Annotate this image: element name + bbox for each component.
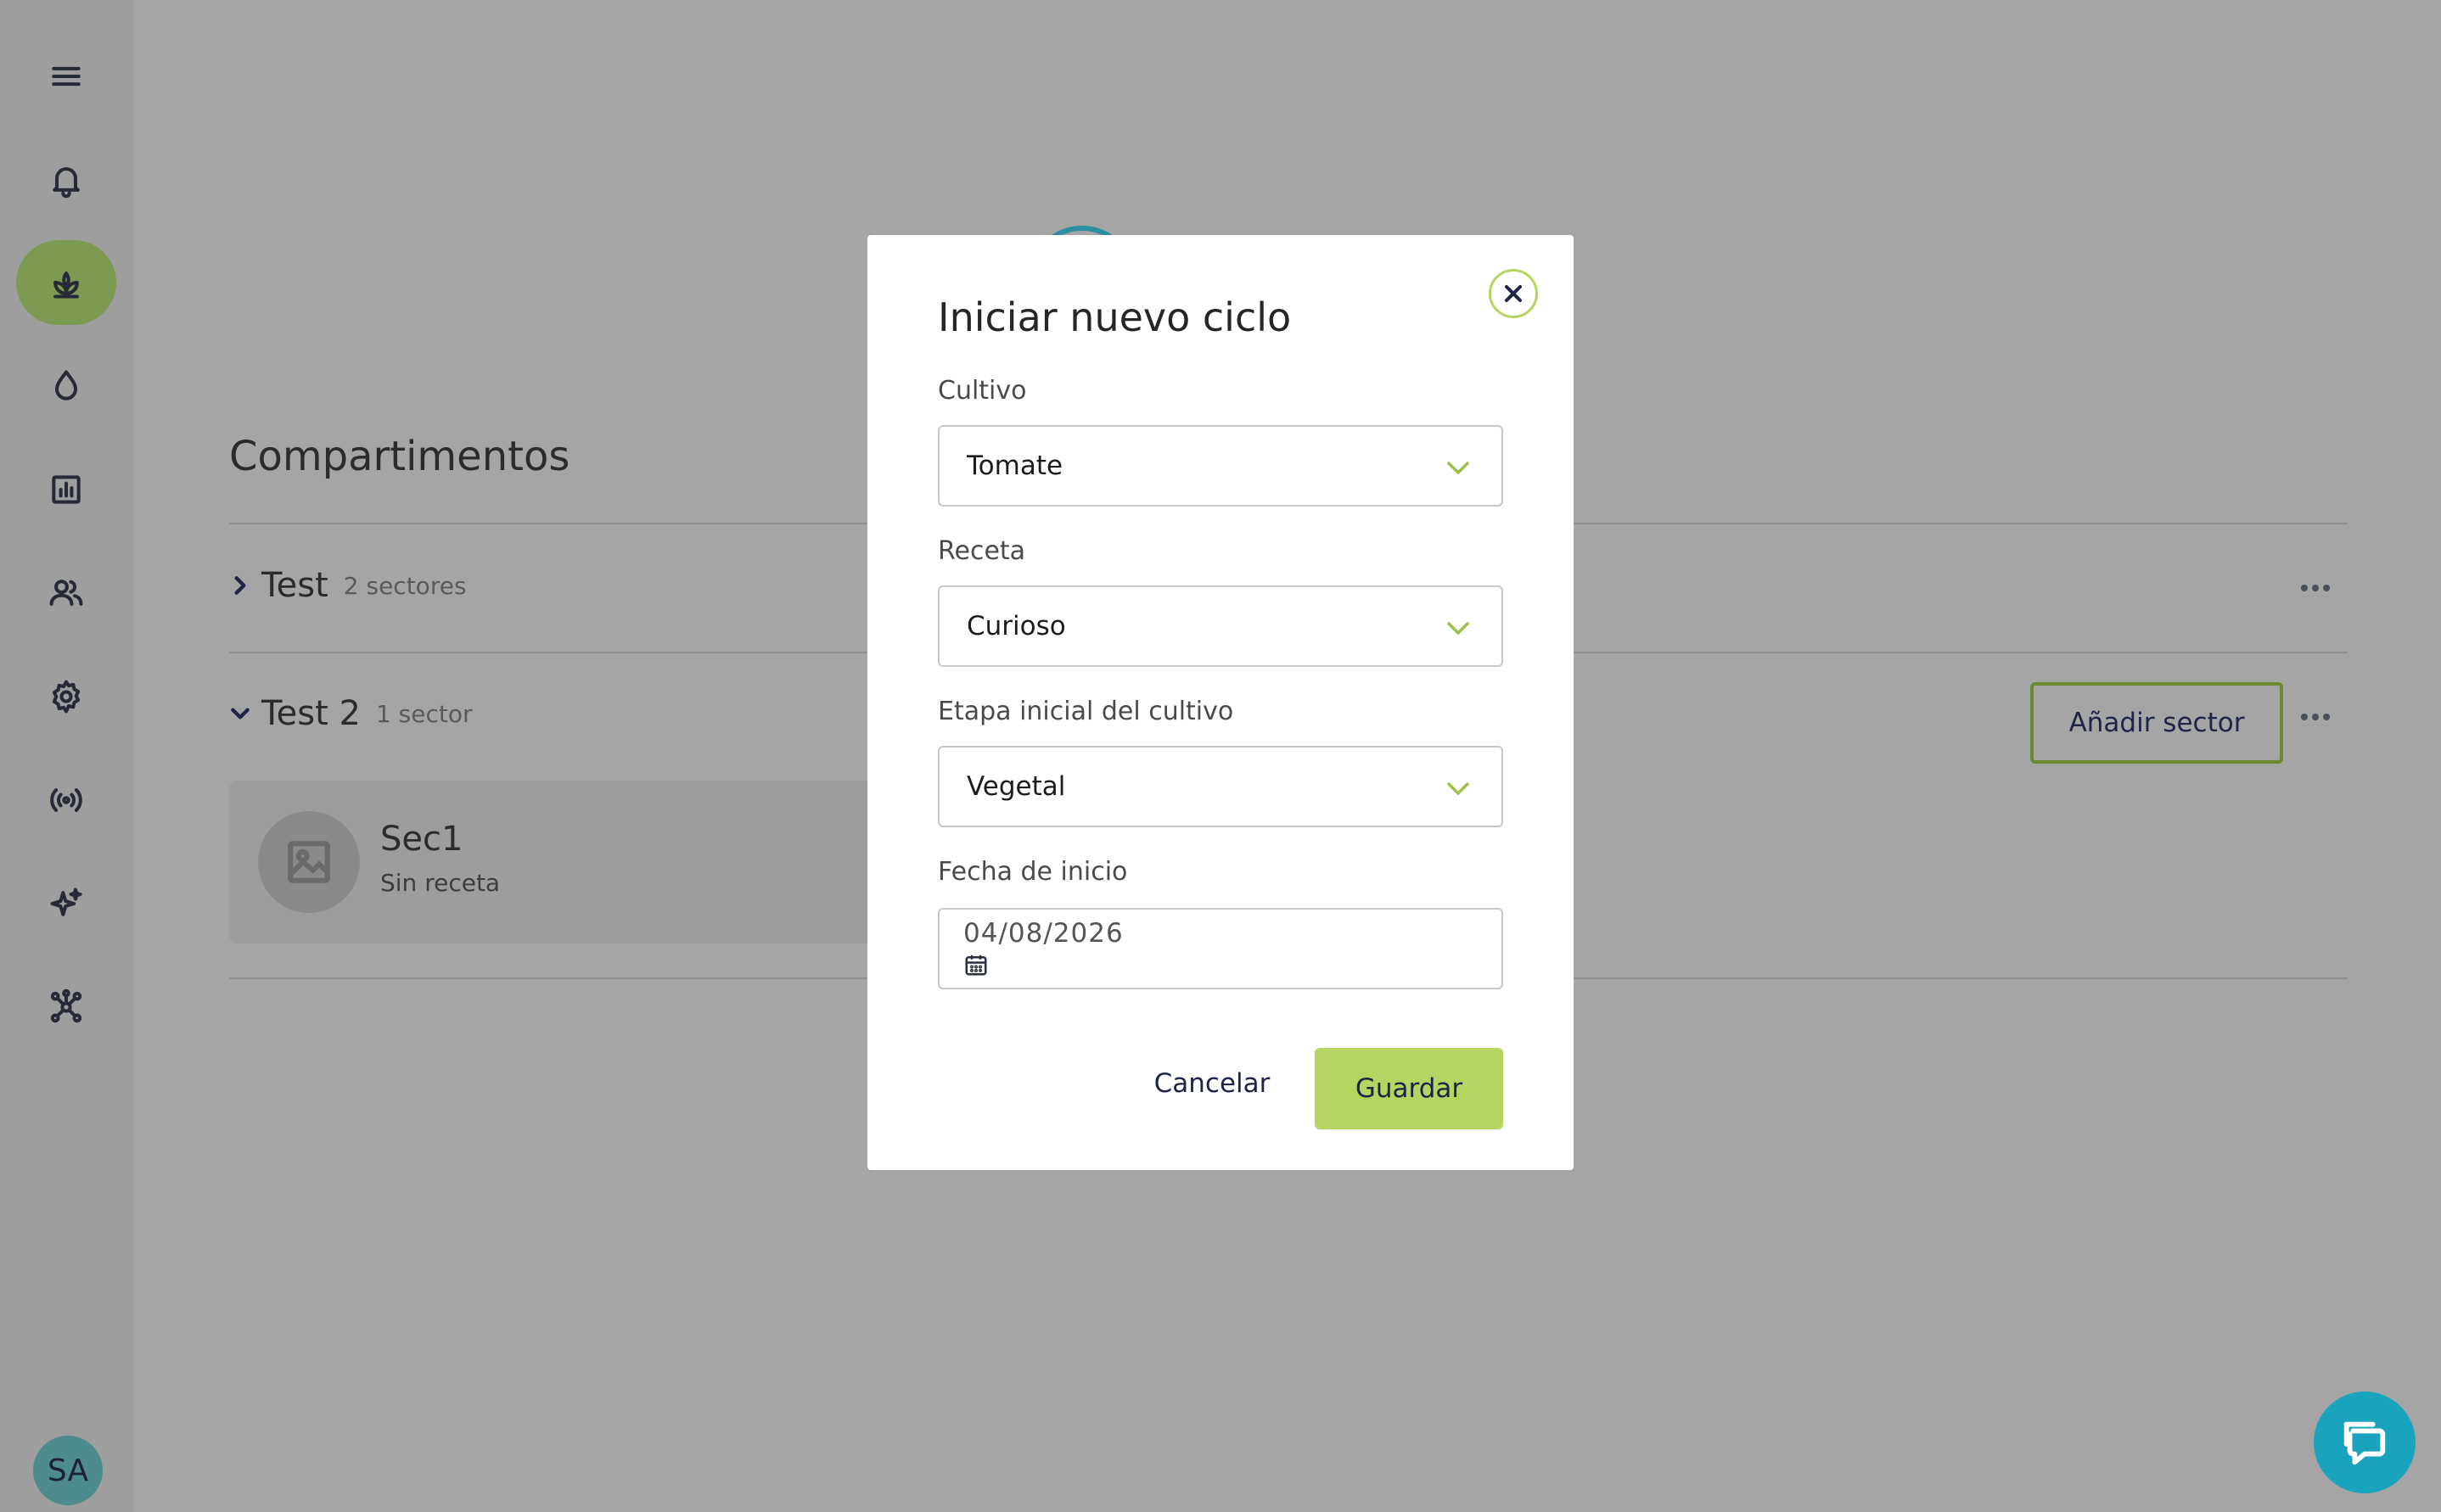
recipe-select[interactable]: Curioso	[938, 585, 1503, 667]
chevron-down-icon	[1447, 622, 1469, 635]
group-row-test-2[interactable]: Test 2 1 sector	[229, 688, 472, 739]
chevron-right-icon[interactable]	[229, 574, 251, 596]
sidebar-item-devices[interactable]	[16, 758, 116, 843]
calendar-icon[interactable]	[963, 952, 989, 977]
chat-icon	[2343, 1421, 2386, 1465]
page-title: Compartimentos	[229, 433, 570, 480]
sidebar-item-integrations[interactable]	[16, 965, 116, 1050]
group-count: 2 sectores	[343, 571, 467, 600]
plant-icon	[53, 271, 79, 299]
more-options-button[interactable]	[2294, 704, 2337, 730]
dialog-title: Iniciar nuevo ciclo	[938, 294, 1292, 340]
sidebar-item-crops[interactable]	[16, 240, 116, 325]
sidebar: SA	[0, 0, 133, 1512]
menu-icon	[52, 66, 81, 87]
add-sector-button[interactable]: Añadir sector	[2030, 682, 2283, 764]
crop-value: Tomate	[967, 451, 1063, 481]
chevron-down-icon	[1447, 462, 1469, 474]
sector-name: Sec1	[380, 820, 463, 859]
crop-label: Cultivo	[938, 376, 1027, 406]
sidebar-item-reports[interactable]	[16, 447, 116, 532]
new-cycle-dialog: Iniciar nuevo ciclo Cultivo Tomate Recet…	[867, 235, 1574, 1170]
start-date-value: 04/08/2026	[963, 918, 1124, 949]
dot-icon	[2312, 585, 2319, 591]
sparkles-icon	[50, 888, 82, 916]
bell-icon	[53, 167, 80, 199]
crop-select[interactable]: Tomate	[938, 425, 1503, 507]
chat-button[interactable]	[2314, 1392, 2416, 1493]
stage-value: Vegetal	[967, 771, 1066, 802]
broadcast-icon	[50, 788, 82, 812]
sector-recipe: Sin receta	[380, 869, 501, 897]
sidebar-item-ai[interactable]	[16, 861, 116, 946]
users-icon	[49, 580, 83, 606]
start-date-label: Fecha de inicio	[938, 857, 1128, 887]
chevron-down-icon	[1447, 782, 1469, 795]
start-date-input[interactable]: 04/08/2026	[938, 908, 1503, 989]
menu-button[interactable]	[16, 34, 116, 119]
close-icon	[1505, 285, 1522, 302]
cancel-button[interactable]: Cancelar	[1127, 1048, 1297, 1119]
avatar[interactable]: SA	[33, 1436, 103, 1505]
dot-icon	[2301, 714, 2308, 720]
sector-card[interactable]: Sec1 Sin receta	[229, 781, 874, 944]
group-row-test[interactable]: Test 2 sectores	[229, 560, 467, 611]
chart-icon	[52, 475, 81, 504]
group-count: 1 sector	[375, 699, 473, 728]
sidebar-item-settings[interactable]	[16, 654, 116, 739]
water-drop-icon	[54, 370, 78, 400]
sidebar-item-users[interactable]	[16, 551, 116, 636]
network-icon	[50, 988, 82, 1023]
group-name: Test 2	[261, 694, 361, 733]
dot-icon	[2323, 714, 2330, 720]
gear-icon	[52, 680, 81, 714]
recipe-value: Curioso	[967, 611, 1066, 641]
dot-icon	[2312, 714, 2319, 720]
recipe-label: Receta	[938, 536, 1026, 566]
dot-icon	[2323, 585, 2330, 591]
close-button[interactable]	[1489, 269, 1538, 318]
dot-icon	[2301, 585, 2308, 591]
chevron-down-icon[interactable]	[229, 703, 251, 725]
group-name: Test	[261, 566, 328, 605]
stage-label: Etapa inicial del cultivo	[938, 697, 1234, 726]
more-options-button[interactable]	[2294, 575, 2337, 601]
sidebar-item-irrigation[interactable]	[16, 344, 116, 428]
sidebar-item-notifications[interactable]	[16, 137, 116, 222]
stage-select[interactable]: Vegetal	[938, 746, 1503, 827]
image-placeholder-icon	[258, 811, 360, 913]
save-button[interactable]: Guardar	[1315, 1048, 1503, 1129]
